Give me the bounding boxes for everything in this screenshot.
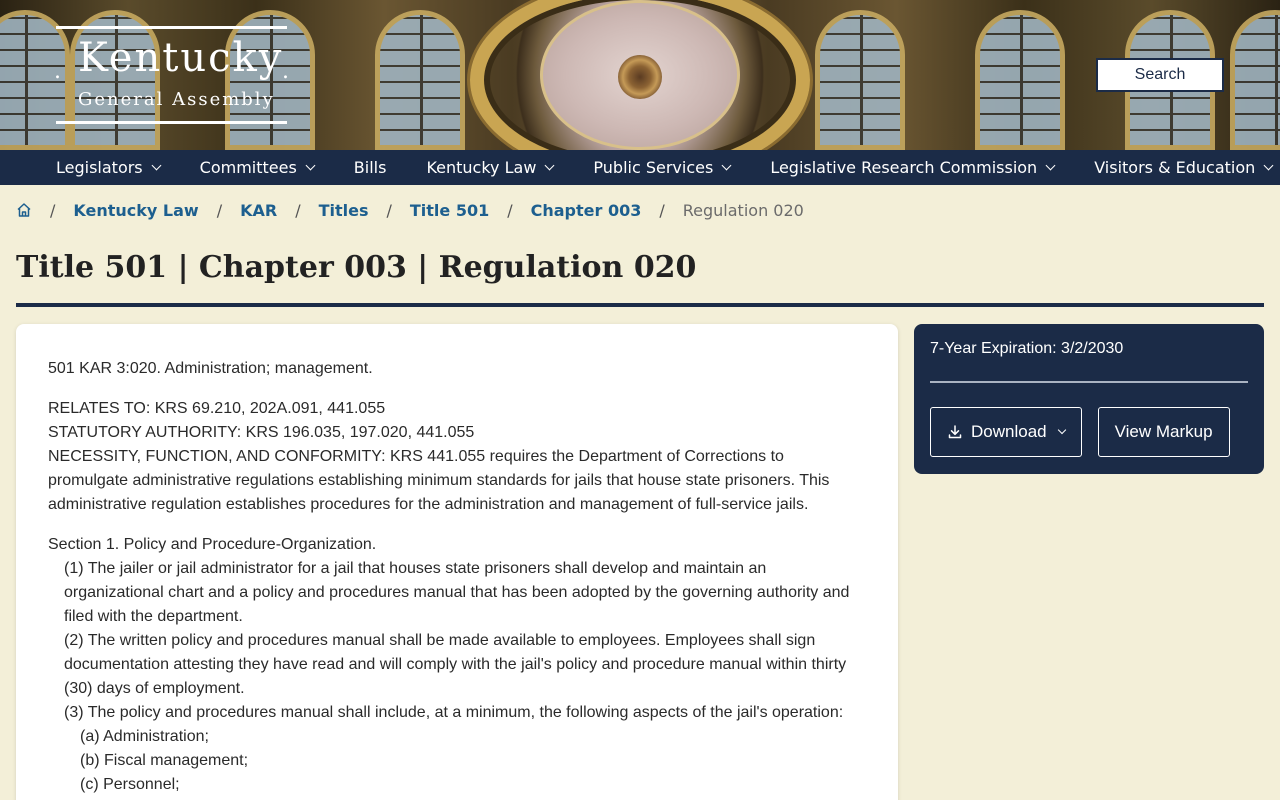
nav-item-label: Legislative Research Commission (770, 158, 1038, 177)
main-nav: Legislators Committees Bills Kentucky La… (0, 150, 1280, 185)
statutory-authority: STATUTORY AUTHORITY: KRS 196.035, 197.02… (48, 424, 475, 441)
nav-item-label: Bills (353, 158, 387, 177)
nav-item-kentucky-law[interactable]: Kentucky Law (426, 158, 555, 177)
section-paragraph: (2) The written policy and procedures ma… (64, 632, 847, 697)
chevron-down-icon (544, 160, 555, 171)
view-markup-label: View Markup (1114, 422, 1213, 441)
chevron-down-icon (1057, 425, 1066, 435)
breadcrumb-separator: / (507, 200, 513, 220)
nav-item-label: Committees (199, 158, 297, 177)
stained-glass-window (375, 10, 465, 150)
section-paragraph: (1) The jailer or jail administrator for… (64, 560, 850, 625)
logo-dot: . (54, 59, 61, 84)
breadcrumb: / Kentucky Law / KAR / Titles / Title 50… (16, 199, 804, 221)
nav-item-committees[interactable]: Committees (199, 158, 316, 177)
nav-item-label: Visitors & Education (1094, 158, 1256, 177)
nav-item-label: Public Services (593, 158, 714, 177)
regulation-heading: 501 KAR 3:020. Administration; managemen… (48, 360, 373, 377)
regulation-text: 501 KAR 3:020. Administration; managemen… (16, 324, 898, 800)
section-title: Section 1. Policy and Procedure-Organiza… (48, 536, 377, 553)
nav-item-bills[interactable]: Bills (354, 158, 387, 177)
necessity-function-conformity: NECESSITY, FUNCTION, AND CONFORMITY: KRS… (48, 448, 830, 513)
breadcrumb-link-kentucky-law[interactable]: Kentucky Law (73, 201, 198, 220)
logo-dot: . (282, 59, 289, 84)
title-divider (16, 303, 1264, 307)
breadcrumb-link-chapter-003[interactable]: Chapter 003 (531, 201, 642, 220)
breadcrumb-link-titles[interactable]: Titles (319, 201, 369, 220)
chevron-down-icon (305, 160, 316, 171)
stained-glass-window (1230, 10, 1280, 150)
home-icon[interactable] (16, 202, 32, 218)
stained-glass-window (815, 10, 905, 150)
breadcrumb-separator: / (216, 200, 223, 220)
dome-rosette (618, 55, 662, 99)
breadcrumb-separator: / (659, 200, 665, 220)
section-subparagraph: (b) Fiscal management; (80, 752, 249, 769)
nav-item-public-services[interactable]: Public Services (593, 158, 732, 177)
expiration-date: 7-Year Expiration: 3/2/2030 (930, 340, 1124, 357)
download-icon (948, 425, 962, 439)
sidebar-divider (930, 381, 1248, 383)
regulation-sidebar: 7-Year Expiration: 3/2/2030 Download Vie… (914, 324, 1264, 474)
header-banner: . Kentucky . General Assembly Search (0, 0, 1280, 150)
breadcrumb-link-kar[interactable]: KAR (240, 201, 277, 220)
breadcrumb-separator: / (386, 200, 392, 220)
site-logo[interactable]: . Kentucky . General Assembly (54, 26, 289, 124)
nav-item-lrc[interactable]: Legislative Research Commission (770, 158, 1056, 177)
logo-name: Kentucky (78, 35, 284, 81)
breadcrumb-current: Regulation 020 (682, 200, 804, 220)
download-button[interactable]: Download (930, 407, 1082, 457)
breadcrumb-separator: / (50, 200, 56, 220)
nav-item-label: Legislators (56, 158, 143, 177)
section-paragraph: (3) The policy and procedures manual sha… (64, 704, 844, 721)
breadcrumb-separator: / (295, 200, 301, 220)
chevron-down-icon (1263, 160, 1274, 171)
logo-subtitle: General Assembly (78, 89, 275, 110)
chevron-down-icon (151, 160, 162, 171)
relates-to: RELATES TO: KRS 69.210, 202A.091, 441.05… (48, 400, 386, 417)
section-subparagraph: (a) Administration; (80, 728, 209, 745)
stained-glass-window (975, 10, 1065, 150)
download-button-label: Download (971, 422, 1047, 441)
search-button-label: Search (1100, 62, 1220, 88)
page-title: Title 501 | Chapter 003 | Regulation 020 (16, 250, 697, 285)
search-button[interactable]: Search (1096, 58, 1224, 92)
view-markup-button[interactable]: View Markup (1097, 407, 1230, 457)
chevron-down-icon (721, 160, 732, 171)
nav-item-label: Kentucky Law (426, 158, 537, 177)
chevron-down-icon (1045, 160, 1056, 171)
nav-item-visitors-education[interactable]: Visitors & Education (1094, 158, 1274, 177)
section-subparagraph: (c) Personnel; (80, 776, 180, 793)
nav-item-legislators[interactable]: Legislators (56, 158, 162, 177)
breadcrumb-link-title-501[interactable]: Title 501 (410, 201, 489, 220)
